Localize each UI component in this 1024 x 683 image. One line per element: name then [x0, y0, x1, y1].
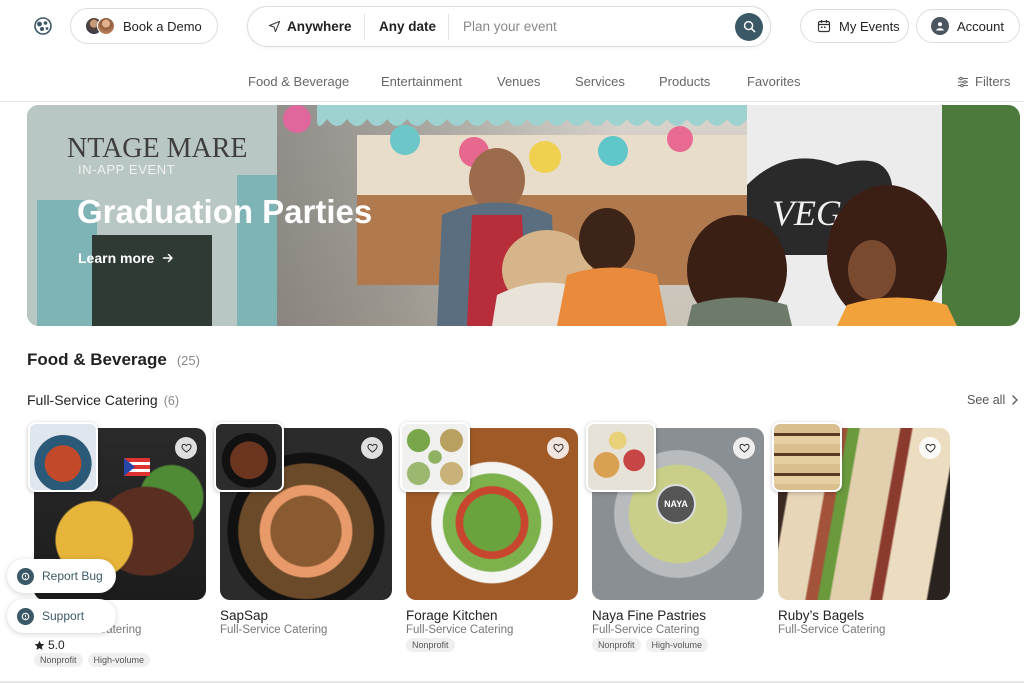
vendor-thumbnail	[214, 422, 284, 492]
filters-icon	[958, 76, 968, 87]
vendor-category: Full-Service Catering	[778, 624, 886, 636]
vendor-card[interactable]: Forage Kitchen Full-Service Catering Non…	[400, 422, 578, 668]
search-icon	[743, 20, 755, 33]
vendor-thumbnail	[772, 422, 842, 492]
user-icon	[931, 17, 949, 35]
favorite-button[interactable]	[361, 437, 383, 459]
section-count: (25)	[176, 353, 200, 368]
plan-event-placeholder: Plan your event	[463, 19, 557, 34]
chevron-right-icon	[1012, 395, 1019, 405]
date-value: Any date	[379, 19, 437, 34]
tag-high-volume: High-volume	[87, 653, 151, 667]
tag-nonprofit: Nonprofit	[592, 638, 641, 652]
plan-event-input[interactable]: Plan your event	[448, 13, 735, 40]
heart-icon	[552, 443, 564, 453]
vendor-card[interactable]: SapSap Full-Service Catering	[214, 422, 392, 668]
vendor-thumbnail	[400, 422, 470, 492]
heart-icon	[180, 443, 192, 453]
demo-avatars	[85, 17, 115, 35]
favorite-button[interactable]	[733, 437, 755, 459]
date-selector[interactable]: Any date	[364, 13, 448, 40]
hero-banner[interactable]: NTAGE MARE VEGAN IN-APP EVENT Graduation…	[27, 105, 1020, 326]
header-divider	[0, 101, 1024, 102]
see-all-link[interactable]: See all	[967, 393, 1019, 407]
support-label: Support	[42, 609, 85, 623]
avatar	[97, 17, 115, 35]
section-title: Food & Beverage (25)	[27, 350, 200, 370]
vendor-card[interactable]: NAYA Naya Fine Pastries Full-Service Cat…	[586, 422, 764, 668]
category-nav: Food & Beverage Entertainment Venues Ser…	[0, 74, 1024, 92]
learn-more-label: Learn more	[78, 250, 155, 266]
subsection-title-label: Full-Service Catering	[27, 392, 158, 408]
vendor-thumbnail	[28, 422, 98, 492]
category-products[interactable]: Products	[659, 74, 710, 89]
vendor-name: Naya Fine Pastries	[592, 608, 707, 623]
heart-icon	[924, 443, 936, 453]
vendor-card[interactable]: Ruby’s Bagels Full-Service Catering	[772, 422, 950, 668]
search-button[interactable]	[735, 12, 763, 41]
hero-learn-more-link[interactable]: Learn more	[78, 250, 174, 266]
vendor-category: Full-Service Catering	[406, 624, 514, 636]
filters-button[interactable]: Filters	[957, 74, 1010, 89]
tag-nonprofit: Nonprofit	[406, 638, 455, 652]
report-bug-button[interactable]: Report Bug	[7, 559, 116, 593]
vendor-category: Full-Service Catering	[592, 624, 700, 636]
category-venues[interactable]: Venues	[497, 74, 540, 89]
vendor-tags: Nonprofit High-volume	[34, 653, 151, 667]
book-demo-label: Book a Demo	[123, 18, 202, 34]
category-entertainment[interactable]: Entertainment	[381, 74, 462, 89]
rating-value: 5.0	[48, 638, 65, 652]
truck-sign-text: NTAGE MARE	[67, 133, 248, 164]
vendor-tags: Nonprofit	[406, 638, 455, 652]
info-icon	[17, 607, 34, 625]
my-events-button[interactable]: My Events	[800, 9, 909, 43]
filters-label: Filters	[975, 74, 1011, 89]
tag-high-volume: High-volume	[645, 638, 709, 652]
naya-logo: NAYA	[656, 484, 696, 524]
category-services[interactable]: Services	[575, 74, 625, 89]
support-button[interactable]: Support	[7, 599, 116, 633]
search-bar[interactable]: Anywhere Any date Plan your event	[247, 6, 771, 47]
vendor-name: SapSap	[220, 608, 269, 623]
favorite-button[interactable]	[919, 437, 941, 459]
heart-icon	[738, 443, 750, 453]
vendor-rating: 5.0	[34, 638, 65, 652]
subsection-title: Full-Service Catering (6)	[27, 392, 179, 408]
navigation-arrow-icon	[268, 20, 281, 33]
subsection-count: (6)	[163, 394, 179, 408]
location-value: Anywhere	[287, 19, 352, 34]
star-icon	[34, 640, 45, 650]
favorite-button[interactable]	[175, 437, 197, 459]
location-selector[interactable]: Anywhere	[248, 7, 364, 46]
book-demo-button[interactable]: Book a Demo	[70, 8, 218, 44]
logo-icon[interactable]	[32, 15, 54, 37]
info-icon	[17, 567, 34, 585]
section-title-label: Food & Beverage	[27, 350, 167, 369]
category-favorites[interactable]: Favorites	[747, 74, 800, 89]
hero-title: Graduation Parties	[77, 193, 373, 230]
account-label: Account	[957, 18, 1004, 34]
account-button[interactable]: Account	[916, 9, 1020, 43]
vendor-category: Full-Service Catering	[220, 624, 328, 636]
arrow-right-icon	[163, 253, 173, 263]
vendor-name: Forage Kitchen	[406, 608, 498, 623]
flag-icon	[124, 458, 150, 476]
vendor-tags: Nonprofit High-volume	[592, 638, 709, 652]
favorite-button[interactable]	[547, 437, 569, 459]
vendor-name: Ruby’s Bagels	[778, 608, 865, 623]
tag-nonprofit: Nonprofit	[34, 653, 83, 667]
my-events-label: My Events	[839, 18, 900, 34]
report-bug-label: Report Bug	[42, 569, 103, 583]
vendor-thumbnail	[586, 422, 656, 492]
category-food-beverage[interactable]: Food & Beverage	[248, 74, 349, 89]
calendar-icon	[817, 20, 831, 33]
see-all-label: See all	[967, 393, 1006, 407]
hero-eyebrow: IN-APP EVENT	[78, 162, 176, 177]
heart-icon	[366, 443, 378, 453]
